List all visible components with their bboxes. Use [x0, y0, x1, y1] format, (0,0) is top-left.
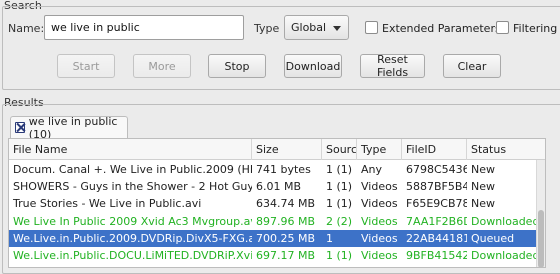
cell-fileid: 5887BF5B4C — [406, 180, 467, 194]
cell-fileid: 7AA1F2B6D9 — [406, 214, 467, 228]
close-tab-icon[interactable] — [15, 122, 25, 133]
cell-status: New — [471, 180, 495, 194]
table-row[interactable]: Docum. Canal +. We Live in Public.2009 (… — [9, 161, 545, 178]
cell-size: 741 bytes — [256, 163, 311, 176]
clear-button[interactable]: Clear — [443, 54, 501, 78]
scrollbar-thumb[interactable] — [538, 210, 544, 267]
table-row[interactable]: True Stories - We Live in Public.avi 634.… — [9, 195, 545, 212]
cell-source: 1 (1) — [326, 197, 353, 211]
more-button[interactable]: More — [133, 54, 191, 78]
cell-type: Videos — [361, 214, 398, 228]
cell-fileid: 6798C5436A — [406, 163, 467, 176]
cell-fileid: 22AB44181D — [406, 231, 467, 245]
table-row[interactable]: We.Live.in.Public.2009.DVDRip.DivX5-FXG.… — [9, 229, 545, 247]
cell-type: Videos — [361, 231, 398, 245]
cell-size: 700.25 MB — [256, 231, 316, 245]
cell-status: Downloaded — [471, 249, 540, 262]
column-header-file-name[interactable]: File Name — [9, 139, 252, 160]
extended-parameters-checkbox[interactable] — [365, 21, 378, 34]
cell-type: Videos — [361, 249, 398, 262]
cell-size: 6.01 MB — [256, 180, 302, 194]
stop-button[interactable]: Stop — [208, 54, 266, 78]
table-header: File Name Size Source Type FileID Status — [9, 139, 545, 160]
cell-source: 1 — [326, 231, 333, 245]
name-input[interactable]: we live in public — [44, 15, 244, 40]
name-input-value: we live in public — [51, 21, 140, 34]
table-row[interactable]: We Live In Public 2009 Xvid Ac3 Mvgroup.… — [9, 213, 545, 230]
column-header-type[interactable]: Type — [357, 139, 402, 160]
cell-name: We.Live.in.Public.DOCU.LiMiTED.DVDRiP.Xv… — [13, 249, 252, 262]
tab-label: we live in public (10) — [28, 114, 118, 141]
column-header-status[interactable]: Status — [467, 139, 545, 160]
cell-size: 634.74 MB — [256, 197, 316, 211]
cell-name: We Live In Public 2009 Xvid Ac3 Mvgroup.… — [13, 214, 252, 228]
cell-source: 2 (2) — [326, 214, 353, 228]
column-header-size[interactable]: Size — [252, 139, 322, 160]
tab-results-query[interactable]: we live in public (10) — [10, 114, 128, 141]
name-label: Name: — [8, 22, 45, 35]
cell-size: 697.17 MB — [256, 249, 316, 262]
cell-status: New — [471, 197, 495, 211]
column-header-source[interactable]: Source — [322, 139, 357, 160]
table-row[interactable]: SHOWERS - Guys in the Shower - 2 Hot Guy… — [9, 178, 545, 195]
cell-status: Downloaded — [471, 214, 540, 228]
cell-source: 1 (1) — [326, 180, 353, 194]
type-label: Type — [254, 22, 280, 35]
cell-status: New — [471, 163, 495, 176]
cell-name: Docum. Canal +. We Live in Public.2009 (… — [13, 163, 252, 176]
download-button[interactable]: Download — [284, 54, 342, 78]
cell-status: Queued — [471, 231, 515, 245]
type-select[interactable]: Global — [284, 15, 349, 40]
cell-type: Videos — [361, 180, 398, 194]
cell-name: True Stories - We Live in Public.avi — [13, 197, 202, 211]
reset-fields-button[interactable]: Reset Fields — [360, 53, 425, 79]
table-row[interactable]: We.Live.in.Public.DOCU.LiMiTED.DVDRiP.Xv… — [9, 247, 545, 264]
results-table: File Name Size Source Type FileID Status… — [8, 138, 546, 268]
cell-name: SHOWERS - Guys in the Shower - 2 Hot Guy… — [13, 180, 252, 194]
cell-size: 897.96 MB — [256, 214, 316, 228]
start-button[interactable]: Start — [57, 54, 115, 78]
column-header-fileid[interactable]: FileID — [402, 139, 467, 160]
cell-source: 1 (1) — [326, 163, 353, 176]
cell-name: We.Live.in.Public.2009.DVDRip.DivX5-FXG.… — [13, 231, 252, 245]
cell-type: Videos — [361, 197, 398, 211]
filtering-checkbox[interactable] — [496, 21, 509, 34]
extended-parameters-label: Extended Parameters — [382, 22, 501, 35]
cell-fileid: 9BFB415426 — [406, 249, 467, 262]
type-select-value: Global — [291, 21, 327, 34]
vertical-scrollbar[interactable] — [536, 160, 545, 267]
cell-fileid: F65E9CB780 — [406, 197, 467, 211]
cell-type: Any — [361, 163, 383, 176]
filtering-label: Filtering — [513, 22, 558, 35]
cell-source: 1 (1) — [326, 249, 353, 262]
chevron-down-icon — [333, 26, 341, 31]
